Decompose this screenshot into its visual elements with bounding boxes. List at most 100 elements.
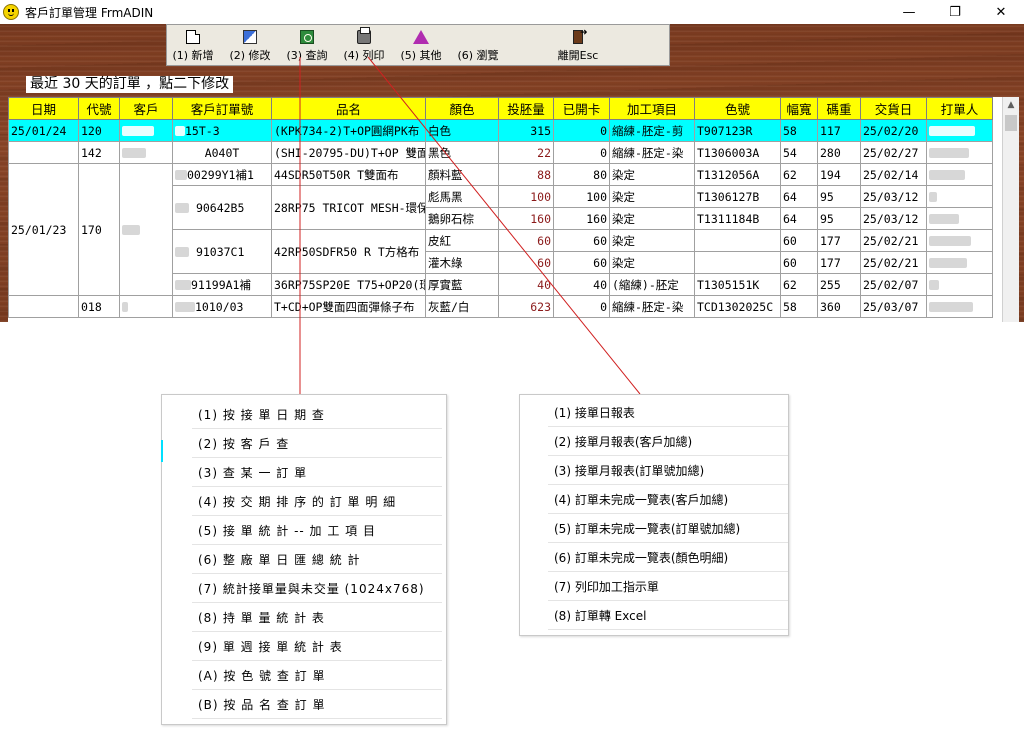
menu-item-monthly-by-order[interactable]: (3) 接單月報表(訂單號加總)	[548, 457, 788, 485]
orders-grid[interactable]: 日期 代號 客戶 客戶訂單號 品名 顏色 投胚量 已開卡 加工項目 色號 幅寬 …	[8, 97, 1019, 322]
col-header-opened[interactable]: 已開卡	[553, 97, 610, 120]
cell-product: 28RP75 TRICOT MESH-環保	[271, 185, 426, 230]
table-row[interactable]: 25/01/24 120 15T-3 (KPK734-2)T+OP圓網PK布 白…	[8, 119, 993, 142]
redacted-mark	[929, 258, 967, 268]
menu-item-weekly-stats[interactable]: (9) 單 週 接 單 統 計 表	[192, 633, 442, 661]
toolbar: (1) 新增 (2) 修改 (3) 查詢 (4) 列印 (5) 其他 (6) 瀏…	[166, 24, 670, 66]
cell-product: 44SDR50T50R T雙面布	[271, 163, 426, 186]
cell-color: 皮紅	[425, 229, 499, 252]
cell-delivery: 25/02/27	[860, 141, 927, 164]
cell-opened: 60	[553, 229, 610, 252]
order-no-text: 91199A1補	[191, 277, 251, 292]
redacted-mark	[122, 302, 128, 312]
menu-item-stats-process[interactable]: (5) 接 單 統 計 -- 加 工 項 目	[192, 517, 442, 545]
cell-input: 60	[498, 251, 554, 274]
menu-item-query-by-product[interactable]: (B) 按 品 名 查 訂 單	[192, 691, 442, 719]
cell-opened: 80	[553, 163, 610, 186]
cell-width: 62	[780, 273, 818, 296]
redacted-mark	[175, 203, 189, 213]
menu-item-monthly-by-customer[interactable]: (2) 接單月報表(客戶加總)	[548, 428, 788, 456]
col-header-weight[interactable]: 碼重	[817, 97, 861, 120]
menu-item-query-order[interactable]: (3) 查 某 一 訂 單	[192, 459, 442, 487]
cell-width: 64	[780, 207, 818, 230]
menu-item-print-instruction[interactable]: (7) 列印加工指示單	[548, 573, 788, 601]
cell-customer	[119, 119, 173, 142]
cell-process: 染定	[609, 207, 695, 230]
cell-order-no: 15T-3	[172, 119, 272, 142]
cell-color-no: T1306127B	[694, 185, 781, 208]
cell-process: 染定	[609, 185, 695, 208]
col-header-customer[interactable]: 客戶	[119, 97, 173, 120]
cell-order-no: 91199A1補	[172, 273, 272, 296]
menu-item-holding-stats[interactable]: (8) 持 單 量 統 計 表	[192, 604, 442, 632]
redacted-mark	[122, 225, 140, 235]
cell-weight: 117	[817, 119, 861, 142]
cell-weight: 360	[817, 295, 861, 318]
cell-code: 120	[78, 119, 120, 142]
menu-item-pending-by-customer[interactable]: (4) 訂單未完成一覽表(客戶加總)	[548, 486, 788, 514]
col-header-product[interactable]: 品名	[271, 97, 426, 120]
minimize-icon[interactable]: —	[886, 0, 932, 24]
exit-label: 離開Esc	[557, 49, 599, 62]
other-button[interactable]: (5) 其他	[395, 28, 447, 64]
cell-width: 54	[780, 141, 818, 164]
cell-order-no: 00299Y1補1	[172, 163, 272, 186]
col-header-process[interactable]: 加工項目	[609, 97, 695, 120]
cell-opened: 0	[553, 141, 610, 164]
col-header-issuer[interactable]: 打單人	[926, 97, 993, 120]
menu-item-daily-report[interactable]: (1) 接單日報表	[548, 399, 788, 427]
cell-input: 315	[498, 119, 554, 142]
cell-issuer	[926, 207, 993, 230]
cell-issuer	[926, 185, 993, 208]
print-button[interactable]: (4) 列印	[338, 27, 390, 64]
title-bar: 客戶訂單管理 FrmADIN — ❐ ✕	[0, 0, 1024, 24]
menu-item-order-detail-by-delivery[interactable]: (4) 按 交 期 排 序 的 訂 單 明 細	[192, 488, 442, 516]
cell-issuer	[926, 141, 993, 164]
cell-opened: 100	[553, 185, 610, 208]
menu-item-pending-by-order[interactable]: (5) 訂單未完成一覽表(訂單號加總)	[548, 515, 788, 543]
col-header-order-no[interactable]: 客戶訂單號	[172, 97, 272, 120]
cell-delivery: 25/02/20	[860, 119, 927, 142]
restore-icon[interactable]: ❐	[932, 0, 978, 24]
col-header-delivery[interactable]: 交貨日	[860, 97, 927, 120]
col-header-width[interactable]: 幅寬	[780, 97, 818, 120]
cell-issuer	[926, 295, 993, 318]
vertical-scrollbar[interactable]: ▲	[1002, 97, 1019, 322]
menu-item-daily-summary[interactable]: (6) 整 廠 單 日 匯 總 統 計	[192, 546, 442, 574]
redacted-mark	[175, 126, 185, 136]
cell-color-no: T1305151K	[694, 273, 781, 296]
other-label: (5) 其他	[400, 49, 442, 62]
menu-item-query-by-date[interactable]: (1) 按 接 單 日 期 查	[192, 401, 442, 429]
menu-item-query-by-customer[interactable]: (2) 按 客 戶 查	[192, 430, 442, 458]
col-header-input[interactable]: 投胚量	[498, 97, 554, 120]
cell-input: 88	[498, 163, 554, 186]
query-button[interactable]: (3) 查詢	[281, 28, 333, 64]
browse-button[interactable]: (6) 瀏覽	[452, 28, 504, 64]
col-header-code[interactable]: 代號	[78, 97, 120, 120]
cell-product: 36RP75SP20E T75+OP20(環	[271, 273, 426, 296]
cell-process: 染定	[609, 251, 695, 274]
col-header-color[interactable]: 顏色	[425, 97, 499, 120]
menu-item-query-by-color-no[interactable]: (A) 按 色 號 查 訂 單	[192, 662, 442, 690]
close-icon[interactable]: ✕	[978, 0, 1024, 24]
new-label: (1) 新增	[172, 49, 214, 62]
menu-item-stats-orders-pending[interactable]: (7) 統計接單量與未交量 (1024x768)	[192, 575, 442, 603]
cell-color: 顏料藍	[425, 163, 499, 186]
window-title: 客戶訂單管理 FrmADIN	[25, 5, 154, 20]
table-row[interactable]: 25/01/23 170 00299Y1補1 44SDR50T50R T雙面布 …	[8, 163, 993, 296]
new-button[interactable]: (1) 新增	[167, 28, 219, 64]
col-header-date[interactable]: 日期	[8, 97, 79, 120]
cell-color-no	[694, 251, 781, 274]
edit-button[interactable]: (2) 修改	[224, 28, 276, 64]
menu-item-pending-by-color[interactable]: (6) 訂單未完成一覽表(顏色明細)	[548, 544, 788, 572]
scroll-up-icon[interactable]: ▲	[1003, 97, 1019, 114]
menu-item-export-excel[interactable]: (8) 訂單轉 Excel	[548, 602, 788, 630]
table-row[interactable]: 018 1010/03 T+CD+OP雙面四面彈條子布 灰藍/白 623 0 縮…	[8, 295, 993, 318]
cell-process: 染定	[609, 163, 695, 186]
col-header-color-no[interactable]: 色號	[694, 97, 781, 120]
cell-color: 灌木綠	[425, 251, 499, 274]
cell-order-no: A040T	[172, 141, 272, 164]
exit-button[interactable]: 離開Esc	[548, 28, 608, 64]
table-row[interactable]: 142 A040T (SHI-20795-DU)T+OP 雙面 黑色 22 0 …	[8, 141, 993, 164]
scroll-thumb[interactable]	[1005, 115, 1017, 131]
